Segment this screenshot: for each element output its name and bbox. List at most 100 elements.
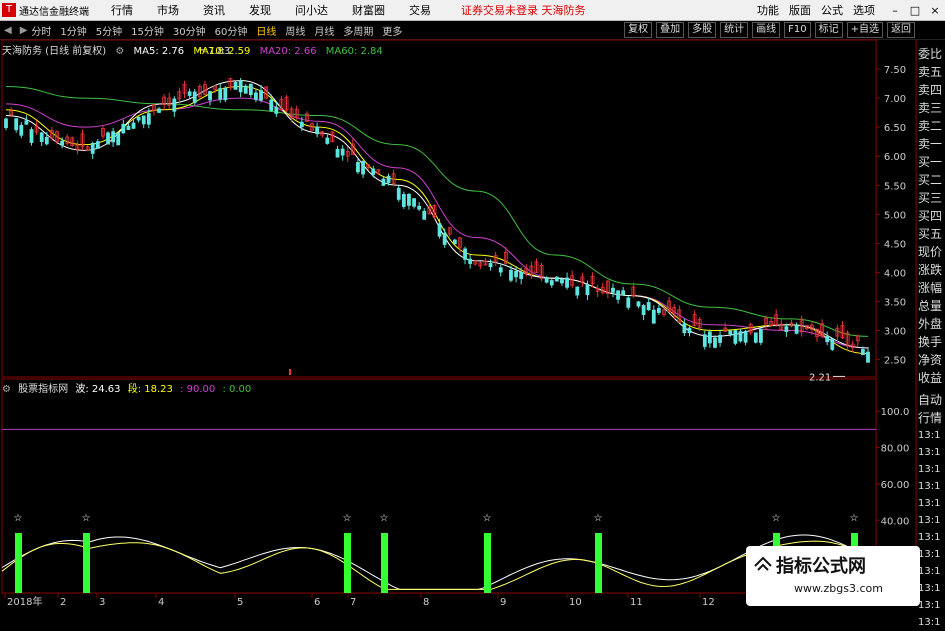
quote-panel: 委比 卖五 卖四 卖三 卖二 卖一 买一 买二 买三 买四 买五 现价 涨跌 涨… [918,45,945,631]
signal-star-icon: ☆ [850,513,859,524]
rp-buy2: 买二 [918,173,943,187]
candle-body [646,302,651,310]
rp-buy4: 买四 [918,209,943,223]
x-tick-label: 3 [99,597,105,608]
candle-body [718,334,722,343]
candle-body [4,118,8,129]
rp-shouyi: 收益 [918,371,943,385]
candle-body [126,125,131,131]
candle-body [136,116,141,121]
candle-body [340,148,345,156]
candle-body [14,118,19,131]
candle-body [157,108,161,113]
candle-body [743,330,748,343]
ma5-label: MA5: 2.76 [133,46,185,57]
indicator-gear-icon[interactable]: ⚙ [2,384,11,395]
tick-time: 13:1 [918,583,941,594]
x-tick-label: 9 [500,597,506,608]
rp-zhangdie: 涨跌 [918,263,943,277]
tick-time: 13:1 [918,447,941,458]
rp-hangqing[interactable]: 行情 [918,409,945,427]
candle-body [575,286,580,296]
candle-body [452,239,457,245]
candle-body [784,326,789,333]
candle-body [95,141,100,149]
price-tick-label: 6.50 [884,123,906,134]
candle-body [687,327,692,334]
candle-body [269,99,274,111]
candle-body [549,280,554,286]
candle-body [325,137,330,144]
watermark: 指标公式网 www.zbgs3.com [746,546,920,606]
x-tick-label: 6 [314,597,320,608]
price-tick-label: 3.00 [884,327,906,338]
rp-weibi: 委比 [918,47,943,61]
ma10-label: MA10: 2.59 [193,46,251,57]
tick-time: 13:1 [918,566,941,577]
stock-title: 天海防务 (日线 前复权) [2,46,107,57]
candle-body [468,258,473,264]
candle-body [111,131,116,143]
candle-body [422,210,427,220]
candle-body [335,148,340,158]
candle-body [860,349,865,356]
signal-star-icon: ☆ [772,513,781,524]
event-marker [289,369,291,375]
rp-zongliang: 总量 [918,299,943,313]
indicator-wave-duan [1,540,877,590]
kline-chart[interactable]: 7.50 7.00 6.50 6.00 5.50 5.00 4.50 4.00 3.50 3.00… [0,0,945,609]
candle-body [753,332,758,343]
price-tick-label: 3.50 [884,297,906,308]
candle-body [192,91,197,104]
rp-huanshou: 换手 [918,335,943,349]
rp-mai5: 卖五 [918,65,943,79]
candle-body [437,223,442,237]
indicator-90: : 90.00 [180,384,216,395]
x-tick-label: 2018年 [7,595,42,608]
candle-body [146,113,151,125]
candle-body [866,351,870,363]
candle-body [299,121,304,128]
rp-xianjia: 现价 [918,245,943,259]
candle-body [702,334,707,347]
price-tick-label: 7.00 [884,94,906,105]
candle-body [141,115,146,125]
candle-body [90,142,95,154]
candle-body [641,305,646,316]
candle-body [233,81,238,90]
price-tick-label: 5.00 [884,210,906,221]
signal-star-icon: ☆ [343,513,352,524]
x-tick-label: 11 [630,597,643,608]
x-tick-label: 12 [702,597,715,608]
signal-bar [381,533,388,593]
candle-body [412,198,416,207]
candle-body [488,263,493,268]
indicator-bo: 波: 24.63 [75,384,121,395]
candle-body [218,88,223,100]
rp-buy5: 买五 [918,227,943,241]
tick-time: 13:1 [918,498,941,509]
indicator-tick-label: 60.00 [881,480,910,491]
candle-body [417,205,422,210]
candle-body [24,120,29,125]
rp-auto[interactable]: 自动 [918,391,945,409]
candle-body [560,278,564,284]
indicator-tick-label: 80.00 [881,444,910,455]
rp-buy3: 买三 [918,191,943,205]
candle-body [248,83,253,96]
candle-body [254,92,258,100]
x-tick-label: 4 [158,597,164,608]
signal-bar [484,533,491,593]
candle-body [121,124,126,134]
rp-buy1: 买一 [918,155,943,169]
watermark-url: www.zbgs3.com [794,582,883,595]
candle-body [713,337,717,348]
settings-gear-icon[interactable]: ⚙ [115,46,124,57]
candle-body [498,267,503,273]
candle-body [682,323,687,334]
price-tick-label: 4.00 [884,268,906,279]
candle-body [223,87,228,101]
x-tick-label: 8 [423,597,429,608]
rp-mai2: 卖二 [918,119,943,133]
ma-line-ma5 [5,80,869,349]
